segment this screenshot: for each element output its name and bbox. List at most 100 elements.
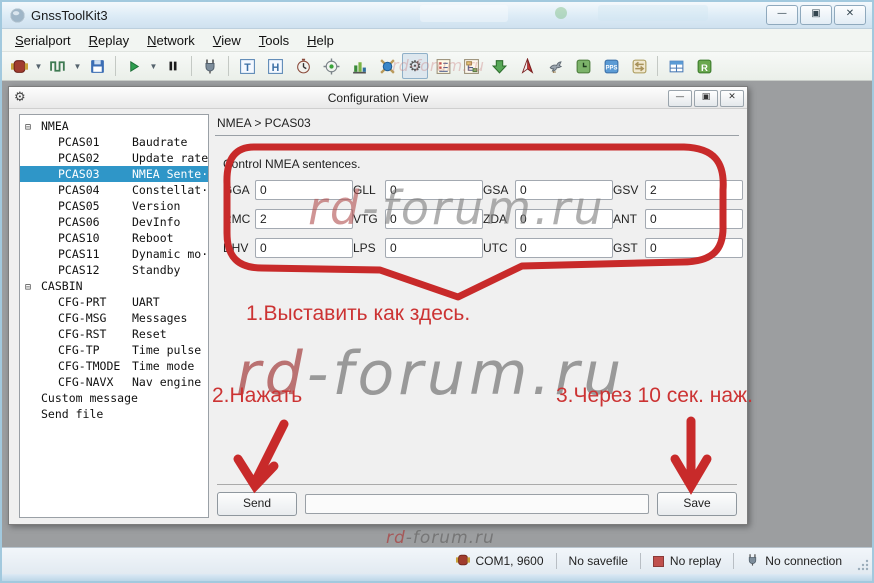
toolbar-tree-button[interactable] (458, 53, 484, 79)
rmc-input[interactable] (255, 209, 353, 229)
tree-item-desc: Update rate (132, 151, 208, 165)
dhv-input[interactable] (255, 238, 353, 258)
field-label: VTG (353, 212, 385, 226)
satellite-icon (379, 58, 396, 75)
toolbar-clock-button[interactable] (290, 53, 316, 79)
floppy-icon (89, 58, 106, 75)
toolbar-wave-button[interactable] (45, 53, 71, 79)
tree-item-cfg-rst[interactable]: CFG-RSTReset (20, 326, 208, 342)
toolbar-download-button[interactable] (486, 53, 512, 79)
tree-item-custom-message[interactable]: Custom message (20, 390, 208, 406)
maximize-button[interactable]: ▣ (800, 5, 832, 25)
field-label: ZDA (483, 212, 515, 226)
close-button[interactable]: ✕ (834, 5, 866, 25)
tree-item-cfg-prt[interactable]: CFG-PRTUART (20, 294, 208, 310)
window-titlebar: GnssToolKit3 — ▣ ✕ (2, 2, 872, 29)
tree-item-pcas05[interactable]: PCAS05Version (20, 198, 208, 214)
tree-item-desc: Constellat··· (132, 183, 209, 197)
lps-input[interactable] (385, 238, 483, 258)
r-icon: R (696, 58, 713, 75)
tree-item-pcas03-selected[interactable]: PCAS03NMEA Sente··· (20, 166, 208, 182)
tree-item-pcas10[interactable]: PCAS10Reboot (20, 230, 208, 246)
tree-item-pcas12[interactable]: PCAS12Standby (20, 262, 208, 278)
dialog-maximize-button[interactable]: ▣ (694, 90, 718, 107)
toolbar-pause-button[interactable] (160, 53, 186, 79)
h-frame-icon: H (267, 58, 284, 75)
save-button[interactable]: Save (657, 492, 737, 516)
toolbar-messages-button[interactable] (430, 53, 456, 79)
toolbar-timing-button[interactable] (570, 53, 596, 79)
resize-grip[interactable] (857, 559, 869, 571)
toolbar-bird-button[interactable] (542, 53, 568, 79)
tree-item-send-file[interactable]: Send file (20, 406, 208, 422)
tree-item-code: CFG-TP (58, 342, 132, 358)
chevron-down-icon[interactable]: ▼ (148, 54, 159, 78)
dialog-title: Configuration View (9, 91, 747, 105)
zda-input[interactable] (515, 209, 613, 229)
config-panel: NMEA > PCAS03 Control NMEA sentences. GG… (215, 114, 739, 518)
svg-text:PPS: PPS (605, 65, 617, 71)
toolbar-satellite-button[interactable] (374, 53, 400, 79)
toolbar-serial-button[interactable] (6, 53, 32, 79)
toolbar-position-button[interactable] (318, 53, 344, 79)
status-bar: COM1, 9600 No savefile No replay No conn… (2, 547, 872, 574)
tree-item-pcas01[interactable]: PCAS01Baudrate (20, 134, 208, 150)
toolbar-hex-view-button[interactable]: H (262, 53, 288, 79)
utc-input[interactable] (515, 238, 613, 258)
ant-input[interactable] (645, 209, 743, 229)
menu-view[interactable]: View (204, 31, 250, 50)
menu-network[interactable]: Network (138, 31, 204, 50)
tree-item-cfg-tmode[interactable]: CFG-TMODETime mode (20, 358, 208, 374)
toolbar-play-button[interactable] (121, 53, 147, 79)
form-row: GGA GLL GSA GSV (223, 180, 739, 200)
toolbar-connect-button[interactable] (197, 53, 223, 79)
tree-group-casbin[interactable]: ⊟CASBIN (20, 278, 208, 294)
chevron-down-icon[interactable]: ▼ (33, 54, 44, 78)
gsv-input[interactable] (645, 180, 743, 200)
toolbar-table-button[interactable] (663, 53, 689, 79)
toolbar-config-button[interactable]: ⚙ (402, 53, 428, 79)
dialog-close-button[interactable]: ✕ (720, 90, 744, 107)
toolbar-save-button[interactable] (84, 53, 110, 79)
menu-replay[interactable]: Replay (80, 31, 138, 50)
tree-item-pcas11[interactable]: PCAS11Dynamic mo··· (20, 246, 208, 262)
toolbar-chart-button[interactable] (346, 53, 372, 79)
tree-item-pcas04[interactable]: PCAS04Constellat··· (20, 182, 208, 198)
tree-group-nmea[interactable]: ⊟NMEA (20, 118, 208, 134)
send-button[interactable]: Send (217, 492, 297, 516)
menu-serialport[interactable]: Serialport (6, 31, 80, 50)
gll-input[interactable] (385, 180, 483, 200)
chevron-down-icon[interactable]: ▼ (72, 54, 83, 78)
vtg-input[interactable] (385, 209, 483, 229)
tree-item-cfg-tp[interactable]: CFG-TPTime pulse (20, 342, 208, 358)
minimize-button[interactable]: — (766, 5, 798, 25)
mdi-area: ⚙ Configuration View — ▣ ✕ ⊟NMEA PCAS01B… (2, 81, 872, 547)
toolbar-pps-button[interactable]: PPS (598, 53, 624, 79)
menu-label: iew (221, 33, 241, 48)
toolbar-text-view-button[interactable]: T (234, 53, 260, 79)
gst-input[interactable] (645, 238, 743, 258)
menu-tools[interactable]: Tools (250, 31, 298, 50)
menu-help[interactable]: Help (298, 31, 343, 50)
tree-item-pcas06[interactable]: PCAS06DevInfo (20, 214, 208, 230)
svg-text:R: R (701, 62, 708, 73)
tree-item-code: PCAS10 (58, 230, 132, 246)
toolbar-swap-button[interactable] (626, 53, 652, 79)
gga-input[interactable] (255, 180, 353, 200)
tree-item-pcas02[interactable]: PCAS02Update rate (20, 150, 208, 166)
tree-item-code: PCAS06 (58, 214, 132, 230)
field-label: GSA (483, 183, 515, 197)
tree-item-cfg-navx[interactable]: CFG-NAVXNav engine (20, 374, 208, 390)
dialog-minimize-button[interactable]: — (668, 90, 692, 107)
toolbar-compass-button[interactable] (514, 53, 540, 79)
serial-port-icon (11, 58, 28, 75)
tree-item-code: CFG-PRT (58, 294, 132, 310)
menu-bar: Serialport Replay Network View Tools Hel… (2, 29, 872, 52)
pps-icon: PPS (603, 58, 620, 75)
square-wave-icon (50, 58, 67, 75)
tree-item-cfg-msg[interactable]: CFG-MSGMessages (20, 310, 208, 326)
dialog-titlebar[interactable]: ⚙ Configuration View — ▣ ✕ (9, 87, 747, 109)
toolbar-record-button[interactable]: R (691, 53, 717, 79)
aero-glass-artifact (598, 5, 708, 21)
gsa-input[interactable] (515, 180, 613, 200)
